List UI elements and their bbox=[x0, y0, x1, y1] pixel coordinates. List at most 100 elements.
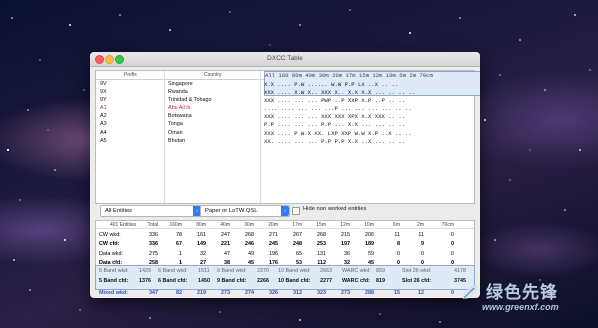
close-button[interactable] bbox=[95, 55, 104, 64]
statistics-row-label: CW cfd: bbox=[99, 240, 120, 247]
statistics-value: 161 bbox=[197, 232, 206, 238]
statistics-value: 267 bbox=[293, 232, 302, 238]
band-summary-label: Slot 26 wkd: bbox=[402, 268, 432, 274]
band-summary-value: 1450 bbox=[198, 278, 210, 284]
statistics-row-label: Data wkd: bbox=[99, 251, 123, 258]
minimize-button[interactable] bbox=[105, 55, 114, 64]
statistics-value: 65 bbox=[296, 251, 302, 258]
band-status-cell: XXX .... X.W X.. XXX X.. X.X X.X ... .. … bbox=[264, 88, 416, 96]
zoom-button[interactable] bbox=[115, 55, 124, 64]
band-summary-label: WARC wkd: bbox=[342, 268, 371, 274]
entities-popup[interactable]: All Entities ↕ bbox=[100, 205, 202, 217]
statistics-value: 271 bbox=[269, 232, 278, 238]
statistics-row: Data wkd: 275 1 32 47 49 196 65 131 36 59 0 0 0 bbox=[96, 250, 474, 259]
statistics-column-header: 17m bbox=[292, 221, 302, 228]
statistics-value: 0 bbox=[451, 240, 454, 247]
statistics-value: 12 bbox=[418, 289, 424, 296]
statistics-value: 67 bbox=[176, 240, 182, 247]
country-cell: Trinidad & Tobago bbox=[168, 96, 212, 103]
statistics-value: 288 bbox=[365, 289, 374, 296]
statistics-value: 326 bbox=[269, 289, 278, 296]
statistics-value: 0 bbox=[451, 289, 454, 296]
statistics-column-header: 80m bbox=[196, 221, 206, 228]
column-country-header[interactable]: Country bbox=[204, 72, 222, 78]
dxcc-table-body: 9V Singapore X.X .... P.W ...... W.W P.P L… bbox=[96, 80, 474, 146]
statistics-value: 0 bbox=[421, 251, 424, 258]
band-summary-value: 2370 bbox=[257, 268, 269, 274]
statistics-value: 8 bbox=[397, 240, 400, 247]
statistics-column-header: 12m bbox=[340, 221, 350, 228]
statistics-value: 49 bbox=[248, 251, 254, 258]
statistics-value: 245 bbox=[269, 240, 278, 247]
prefix-cell: A4 bbox=[100, 129, 107, 136]
table-row[interactable]: A2 Botswana XXX .... ... ... XXX XXX XPX X… bbox=[96, 113, 474, 121]
country-cell: Singapore bbox=[168, 80, 193, 87]
statistics-value: 0 bbox=[451, 232, 454, 238]
band-summary-label: Slot 26 cfd: bbox=[402, 278, 432, 284]
band-summary-value: 4178 bbox=[454, 268, 466, 274]
prefix-cell: A5 bbox=[100, 137, 107, 144]
statistics-column-header: 30m bbox=[244, 221, 254, 228]
statistics-value: 189 bbox=[365, 240, 374, 247]
site-watermark: 绿色先锋 www.greenxf.com bbox=[460, 276, 590, 320]
band-summary-value: 859 bbox=[376, 268, 385, 274]
statistics-value: 246 bbox=[245, 240, 254, 247]
statistics-value: 9 bbox=[421, 240, 424, 247]
column-prefix-header[interactable]: Prefix bbox=[124, 72, 137, 78]
qsl-popup-value: Paper or LoTW QSL bbox=[205, 208, 258, 214]
statistics-value: 59 bbox=[368, 251, 374, 258]
prefix-cell: 9V bbox=[100, 80, 107, 87]
band-summary-label: 6 Band wkd: bbox=[158, 268, 188, 274]
statistics-row: Mixed cfd:346741992632543203023172602771… bbox=[96, 297, 474, 298]
band-summary-confirmed-row: 5 Band cfd: 1376 6 Band cfd: 1450 9 Band cfd… bbox=[96, 276, 474, 286]
band-summary-panel: 5 Band wkd: 1429 6 Band wkd: 1511 9 Band wkd… bbox=[95, 265, 475, 290]
leaf-logo-icon bbox=[463, 285, 478, 299]
prefix-cell: 9X bbox=[100, 88, 107, 95]
country-cell: Oman bbox=[168, 129, 183, 136]
band-summary-value: 2663 bbox=[320, 268, 332, 274]
statistics-column-header: Total bbox=[147, 221, 158, 228]
statistics-value: 268 bbox=[245, 232, 254, 238]
statistics-value: 247 bbox=[221, 232, 230, 238]
band-summary-label: 9 Band cfd: bbox=[217, 278, 247, 284]
band-summary-value: 1511 bbox=[198, 268, 210, 274]
table-row[interactable]: A5 Bhutan XX. .... ... ... P.P P.P X.X ..X… bbox=[96, 137, 474, 145]
prefix-cell: 9Y bbox=[100, 96, 107, 103]
table-row[interactable]: 9X Rwanda XXX .... X.W X.. XXX X.. X.X X.X… bbox=[96, 88, 474, 96]
statistics-value: 78 bbox=[176, 232, 182, 238]
table-row[interactable]: 9Y Trinidad & Tobago XXX .... ... ... PWP … bbox=[96, 96, 474, 104]
statistics-value: 196 bbox=[269, 251, 278, 258]
band-status-cell: .... .... ... ... ...P ... ... ... ... .… bbox=[264, 105, 412, 113]
dxcc-table-window: DXCC Table Prefix Country All 160 80m 40… bbox=[90, 52, 480, 298]
table-row[interactable]: 9V Singapore X.X .... P.W ...... W.W P.P L… bbox=[96, 80, 474, 88]
table-row[interactable]: A4 Oman XXX .... P W.X XX. LXP XXP W.W X.P… bbox=[96, 129, 474, 137]
band-summary-label: 10 Band cfd: bbox=[278, 278, 311, 284]
country-cell: Bhutan bbox=[168, 137, 186, 144]
statistics-value: 131 bbox=[317, 251, 326, 258]
statistics-value: 215 bbox=[341, 232, 350, 238]
table-row[interactable]: A3 Tonga P.P .... ... ... P.P ... X.X ... … bbox=[96, 121, 474, 129]
statistics-value: 11 bbox=[418, 232, 424, 238]
band-summary-label: 5 Band wkd: bbox=[99, 268, 129, 274]
table-row[interactable]: A1 Abu Ail Is .... .... ... ... ...P ... .… bbox=[96, 105, 474, 113]
statistics-row-label: CW wkd: bbox=[99, 232, 121, 238]
country-cell: Rwanda bbox=[168, 88, 188, 95]
hide-non-worked-checkbox[interactable] bbox=[292, 207, 300, 215]
dxcc-entity-table[interactable]: Prefix Country All 160 80m 40m 30m 20m 1… bbox=[95, 70, 480, 204]
hide-non-worked-label[interactable]: Hide non worked entities bbox=[303, 206, 366, 212]
band-status-cell: XXX .... P W.X XX. LXP XXP W.W X.P ..X .… bbox=[264, 129, 412, 137]
band-summary-label: 6 Band cfd: bbox=[158, 278, 188, 284]
statistics-value: 336 bbox=[149, 240, 158, 247]
band-summary-label: 9 Band wkd: bbox=[217, 268, 247, 274]
statistics-column-header: 2m bbox=[417, 221, 424, 228]
qsl-popup[interactable]: Paper or LoTW QSL ↕ bbox=[200, 205, 290, 217]
country-cell: Botswana bbox=[168, 113, 192, 120]
band-status-cell: XX. .... ... ... P.P P.P X.X ..X ... .. … bbox=[264, 137, 405, 145]
statistics-row-label: Mixed wkd: bbox=[99, 289, 129, 296]
statistics-value: 273 bbox=[341, 289, 350, 296]
statistics-column-header: 15m bbox=[316, 221, 326, 228]
statistics-column-header: 20m bbox=[268, 221, 278, 228]
prefix-cell: A2 bbox=[100, 113, 107, 120]
entities-popup-value: All Entities bbox=[105, 208, 133, 214]
band-status-cell: X.X .... P.W ...... W.W P.P LX ..X .. .. bbox=[264, 80, 399, 88]
